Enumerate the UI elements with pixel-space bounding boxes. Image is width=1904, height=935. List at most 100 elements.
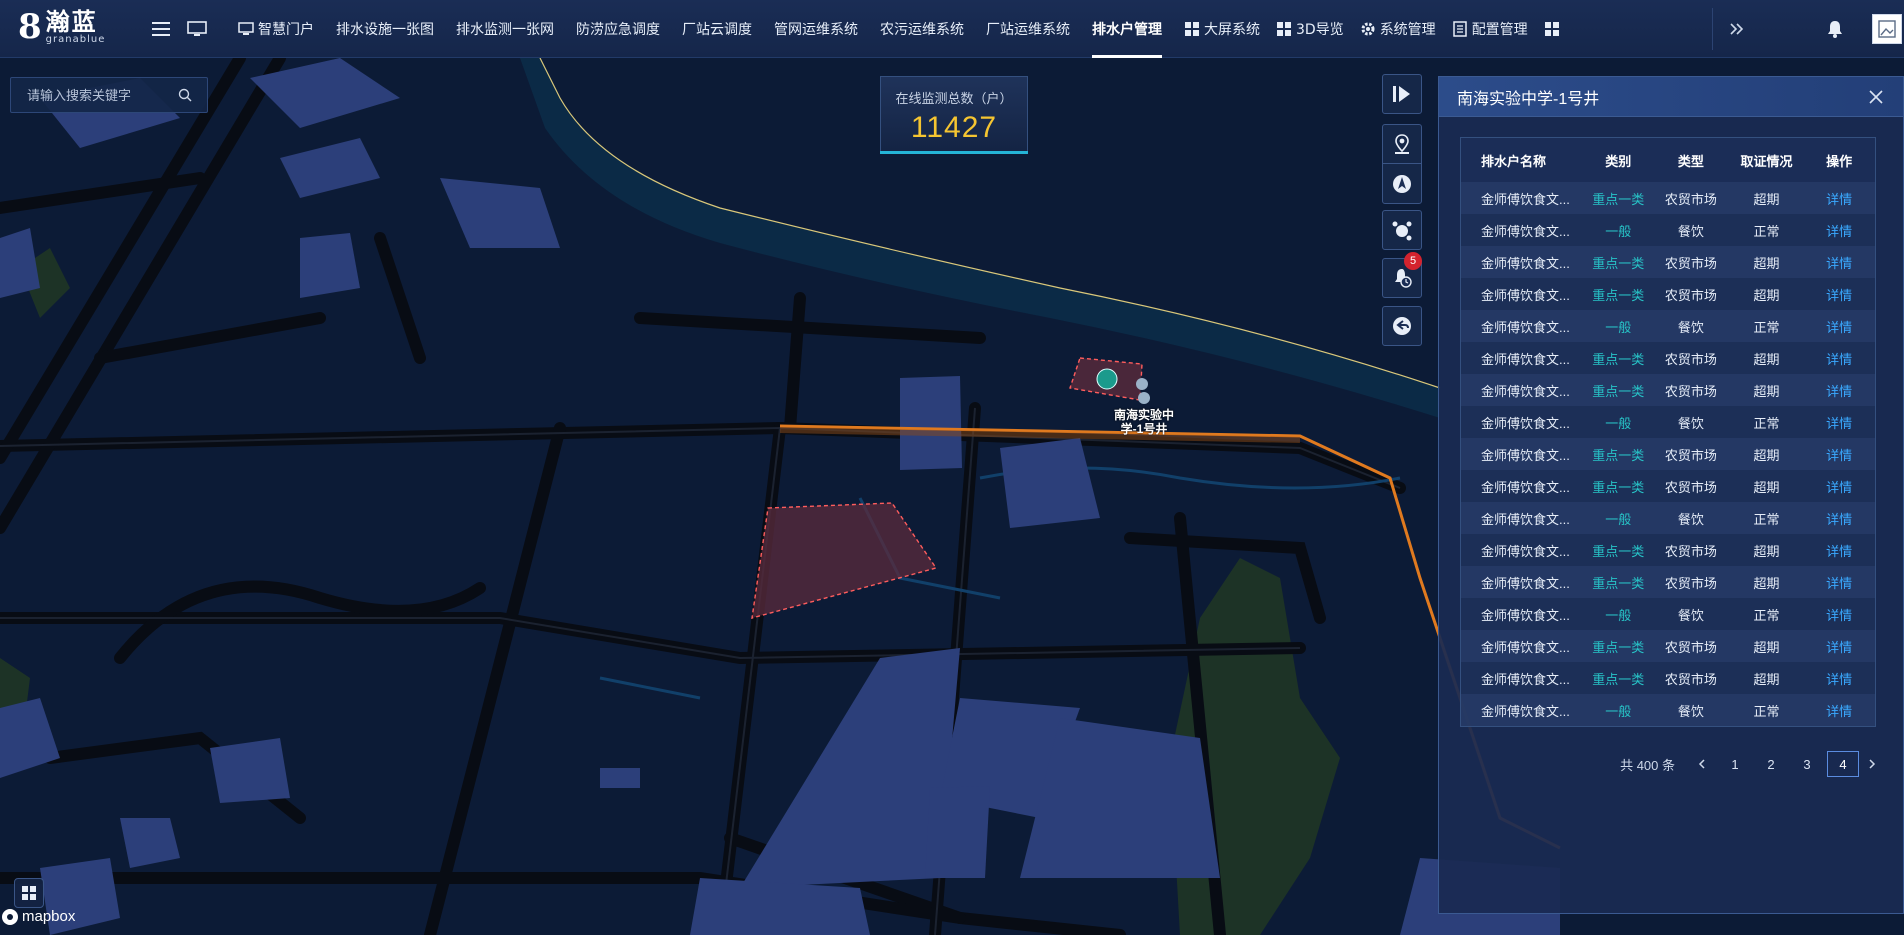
nav-item-label: 大屏系统: [1204, 22, 1260, 38]
page-button-current[interactable]: 4: [1827, 751, 1859, 777]
mapbox-attribution[interactable]: mapbox: [2, 908, 75, 925]
detail-link[interactable]: 详情: [1803, 317, 1875, 336]
cell-license: 超期: [1753, 383, 1780, 399]
layers-button[interactable]: [14, 878, 44, 908]
table-row[interactable]: 金师傅饮食文... 重点一类 农贸市场 超期 详情: [1461, 470, 1875, 502]
detail-link[interactable]: 详情: [1803, 221, 1875, 240]
table-row[interactable]: 金师傅饮食文... 重点一类 农贸市场 超期 详情: [1461, 374, 1875, 406]
detail-link[interactable]: 详情: [1803, 509, 1875, 528]
nav-item-3[interactable]: 防涝应急调度: [576, 0, 660, 58]
column-header: 排水户名称: [1481, 153, 1547, 169]
nav-item-8[interactable]: 排水户管理: [1092, 0, 1162, 58]
nav-item-13[interactable]: [1544, 0, 1564, 58]
cell-type: 餐饮: [1677, 319, 1704, 335]
compass-button[interactable]: [1383, 164, 1421, 203]
page-button[interactable]: 2: [1755, 751, 1787, 777]
nav-item-2[interactable]: 排水监测一张网: [456, 0, 554, 58]
detail-link[interactable]: 详情: [1803, 381, 1875, 400]
drainage-table: 排水户名称 类别 类型 取证情况 操作 金师傅饮食文... 重点一类 农贸市场 超期详…: [1460, 137, 1876, 727]
table-row[interactable]: 金师傅饮食文... 重点一类 农贸市场 超期 详情: [1461, 630, 1875, 662]
detail-link[interactable]: 详情: [1803, 285, 1875, 304]
detail-link[interactable]: 详情: [1803, 477, 1875, 496]
nav-item-0[interactable]: 智慧门户: [238, 0, 314, 58]
detail-link[interactable]: 详情: [1803, 253, 1875, 272]
table-row[interactable]: 金师傅饮食文... 一般 餐饮 正常 详情: [1461, 406, 1875, 438]
close-icon[interactable]: [1867, 88, 1885, 106]
table-row[interactable]: 金师傅饮食文... 一般 餐饮 正常 详情: [1461, 214, 1875, 246]
table-row[interactable]: 金师傅饮食文... 一般 餐饮 正常 详情: [1461, 310, 1875, 342]
nav-item-6[interactable]: 农污运维系统: [880, 0, 964, 58]
locate-button[interactable]: [1383, 125, 1421, 164]
collapse-panel-button[interactable]: [1382, 74, 1422, 114]
table-row[interactable]: 金师傅饮食文... 重点一类 农贸市场 超期 详情: [1461, 662, 1875, 694]
nav-item-label: 3D导览: [1296, 22, 1344, 38]
cell-type: 餐饮: [1677, 607, 1704, 623]
search-input[interactable]: [11, 87, 176, 103]
cell-category: 一般: [1605, 319, 1632, 335]
detail-link[interactable]: 详情: [1803, 573, 1875, 592]
nav-item-label: 排水户管理: [1092, 22, 1162, 38]
main-nav: 智慧门户 排水设施一张图 排水监测一张网 防涝应急调度 厂站云调度 管网运维系统 农污运维系…: [238, 0, 1580, 58]
chevron-left-icon[interactable]: [1689, 751, 1715, 777]
cell-type: 农贸市场: [1664, 447, 1717, 463]
table-row[interactable]: 金师傅饮食文... 一般 餐饮 正常 详情: [1461, 694, 1875, 726]
gear-icon: [1360, 21, 1376, 37]
cluster-button[interactable]: [1382, 210, 1422, 250]
column-header: 取证情况: [1740, 153, 1793, 169]
expand-nav-icon[interactable]: [1724, 16, 1750, 42]
cell-name: 金师傅饮食文...: [1481, 415, 1570, 431]
column-header: 类别: [1605, 153, 1632, 169]
avatar[interactable]: [1872, 14, 1902, 44]
table-header: 排水户名称 类别 类型 取证情况 操作: [1461, 138, 1875, 182]
online-monitor-stat: 在线监测总数（户） 11427: [880, 76, 1028, 154]
nav-item-4[interactable]: 厂站云调度: [682, 0, 752, 58]
detail-link[interactable]: 详情: [1803, 637, 1875, 656]
brand-logo[interactable]: 8 瀚蓝 granablue: [18, 9, 105, 45]
table-row[interactable]: 金师傅饮食文... 重点一类 农贸市场 超期 详情: [1461, 246, 1875, 278]
stat-value: 11427: [910, 111, 998, 144]
table-row[interactable]: 金师傅饮食文... 重点一类 农贸市场 超期 详情: [1461, 438, 1875, 470]
nav-item-label: 农污运维系统: [880, 22, 964, 38]
cell-license: 正常: [1753, 319, 1780, 335]
nav-item-11[interactable]: 系统管理: [1360, 0, 1436, 58]
table-row[interactable]: 金师傅饮食文... 一般 餐饮 正常 详情: [1461, 598, 1875, 630]
logo-subtext: granablue: [45, 34, 106, 45]
detail-link[interactable]: 详情: [1803, 349, 1875, 368]
detail-link[interactable]: 详情: [1803, 189, 1875, 208]
detail-link[interactable]: 详情: [1803, 701, 1875, 720]
cell-category: 一般: [1605, 223, 1632, 239]
detail-link[interactable]: 详情: [1803, 541, 1875, 560]
cell-category: 重点一类: [1592, 383, 1645, 399]
chevron-right-icon[interactable]: [1859, 751, 1885, 777]
map-marker-label[interactable]: 南海实验中学-1号井: [1108, 408, 1180, 436]
monitor-icon[interactable]: [184, 16, 210, 42]
cell-name: 金师傅饮食文...: [1481, 287, 1570, 303]
cell-license: 正常: [1753, 223, 1780, 239]
detail-link[interactable]: 详情: [1803, 605, 1875, 624]
nav-item-10[interactable]: 3D导览: [1276, 0, 1344, 58]
nav-item-7[interactable]: 厂站运维系统: [986, 0, 1070, 58]
page-button[interactable]: 3: [1791, 751, 1823, 777]
table-row[interactable]: 金师傅饮食文... 重点一类 农贸市场 超期 详情: [1461, 278, 1875, 310]
page-button[interactable]: 1: [1719, 751, 1751, 777]
detail-link[interactable]: 详情: [1803, 413, 1875, 432]
nav-item-12[interactable]: 配置管理: [1452, 0, 1528, 58]
nav-item-9[interactable]: 大屏系统: [1184, 0, 1260, 58]
menu-icon[interactable]: [148, 16, 174, 42]
nav-item-1[interactable]: 排水设施一张图: [336, 0, 434, 58]
search-icon[interactable]: [176, 86, 194, 104]
reset-view-button[interactable]: [1382, 306, 1422, 346]
cell-license: 正常: [1753, 607, 1780, 623]
table-row[interactable]: 金师傅饮食文... 重点一类 农贸市场 超期 详情: [1461, 182, 1875, 214]
nav-item-5[interactable]: 管网运维系统: [774, 0, 858, 58]
document-icon: [1452, 21, 1468, 37]
detail-link[interactable]: 详情: [1803, 669, 1875, 688]
bell-icon[interactable]: [1822, 16, 1848, 42]
detail-link[interactable]: 详情: [1803, 445, 1875, 464]
table-row[interactable]: 金师傅饮食文... 重点一类 农贸市场 超期 详情: [1461, 534, 1875, 566]
table-row[interactable]: 金师傅饮食文... 重点一类 农贸市场 超期 详情: [1461, 342, 1875, 374]
table-row[interactable]: 金师傅饮食文... 一般 餐饮 正常 详情: [1461, 502, 1875, 534]
alarm-button[interactable]: 5: [1382, 252, 1422, 298]
cell-category: 一般: [1605, 607, 1632, 623]
table-row[interactable]: 金师傅饮食文... 重点一类 农贸市场 超期 详情: [1461, 566, 1875, 598]
